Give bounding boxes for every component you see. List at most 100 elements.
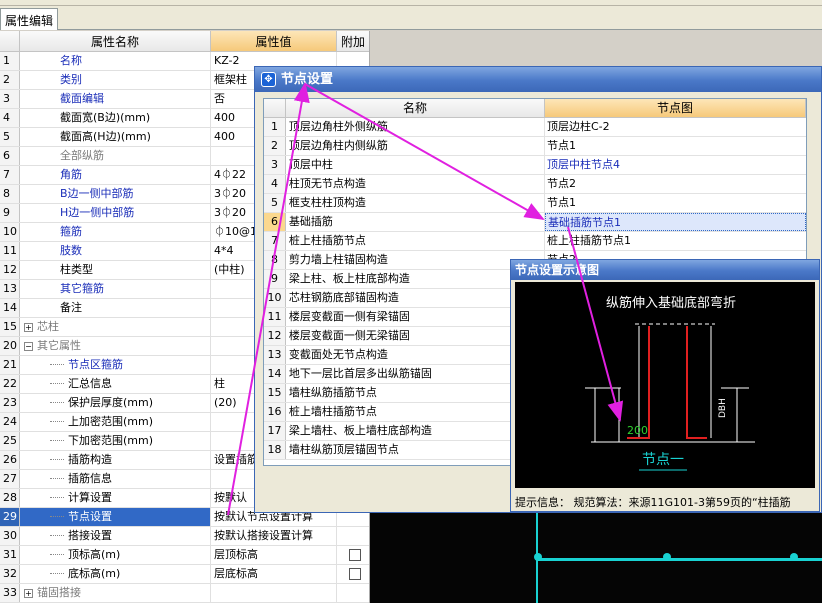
node-row[interactable]: 3 顶层中柱 顶层中柱节点4: [264, 156, 806, 175]
property-name: 底标高(m): [20, 565, 211, 583]
node-name: 框支柱柱顶构造: [286, 194, 545, 212]
node-picture-value[interactable]: 顶层中柱节点4: [545, 156, 806, 174]
expand-icon[interactable]: +: [24, 322, 33, 332]
property-name-label: 节点设置: [68, 510, 112, 523]
property-name-label: 汇总信息: [68, 377, 112, 390]
node-name: 剪力墙上柱锚固构造: [286, 251, 545, 269]
property-name-label: 箍筋: [60, 225, 82, 238]
node-picture-value[interactable]: 节点1: [545, 194, 806, 212]
property-name: 搭接设置: [20, 527, 211, 545]
tree-connector: [50, 432, 64, 441]
row-number: 22: [0, 375, 20, 393]
property-value[interactable]: 按默认搭接设置计算: [211, 527, 337, 545]
row-number: 23: [0, 394, 20, 412]
property-row[interactable]: 31 顶标高(m) 层顶标高: [0, 546, 369, 565]
property-name-label: 肢数: [60, 244, 82, 257]
property-row[interactable]: 30 搭接设置 按默认搭接设置计算: [0, 527, 369, 546]
node-name: 梁上墙柱、板上墙柱底部构造: [286, 422, 545, 440]
property-name-label: 锚固搭接: [37, 586, 81, 599]
node-row-number: 3: [264, 156, 286, 174]
node-row[interactable]: 1 顶层边角柱外侧纵筋 顶层边柱C-2: [264, 118, 806, 137]
property-name: − 其它属性: [20, 337, 211, 355]
node-picture-value[interactable]: 基础插筋节点1: [544, 213, 806, 231]
row-number: 8: [0, 185, 20, 203]
node-row-number: 2: [264, 137, 286, 155]
node-row[interactable]: 2 顶层边角柱内侧纵筋 节点1: [264, 137, 806, 156]
property-name: + 芯柱: [20, 318, 211, 336]
property-row[interactable]: 32 底标高(m) 层底标高: [0, 565, 369, 584]
node-picture-value[interactable]: 节点1: [545, 137, 806, 155]
row-number: 2: [0, 71, 20, 89]
property-add: [337, 565, 369, 583]
node-row[interactable]: 5 框支柱柱顶构造 节点1: [264, 194, 806, 213]
property-add: [337, 584, 369, 602]
property-name-label: 截面编辑: [60, 92, 104, 105]
property-name: + 锚固搭接: [20, 584, 211, 602]
row-number: 10: [0, 223, 20, 241]
node-row-number: 4: [264, 175, 286, 193]
property-name: 角筋: [20, 166, 211, 184]
add-checkbox[interactable]: [349, 549, 361, 561]
property-value[interactable]: 层底标高: [211, 565, 337, 583]
node-picture-value[interactable]: 顶层边柱C-2: [545, 118, 806, 136]
node-row[interactable]: 4 柱顶无节点构造 节点2: [264, 175, 806, 194]
node-row-number: 9: [264, 270, 286, 288]
node-name: 柱顶无节点构造: [286, 175, 545, 193]
row-number: 5: [0, 128, 20, 146]
row-number: 30: [0, 527, 20, 545]
row-number: 14: [0, 299, 20, 317]
node-row[interactable]: 7 桩上柱插筋节点 桩上柱插筋节点1: [264, 232, 806, 251]
property-name: 截面宽(B边)(mm): [20, 109, 211, 127]
row-number: 27: [0, 470, 20, 488]
rebar-left: [627, 326, 650, 439]
property-value[interactable]: 层顶标高: [211, 546, 337, 564]
property-name-label: 全部纵筋: [60, 149, 104, 162]
row-number: 3: [0, 90, 20, 108]
add-checkbox[interactable]: [349, 568, 361, 580]
schematic-canvas: 纵筋伸入基础底部弯折 200 DBH 节点一: [515, 282, 815, 488]
property-name-label: 上加密范围(mm): [68, 415, 154, 428]
rebar-right: [686, 326, 707, 439]
node-picture-value[interactable]: 节点2: [545, 175, 806, 193]
node-row-number: 8: [264, 251, 286, 269]
row-number: 9: [0, 204, 20, 222]
drawing-node-dot: [534, 553, 542, 561]
row-number-header: [0, 31, 20, 52]
property-name: 截面高(H边)(mm): [20, 128, 211, 146]
property-value-header: 属性值: [211, 31, 337, 52]
property-name-label: 顶标高(m): [68, 548, 121, 561]
node-name: 梁上柱、板上柱底部构造: [286, 270, 545, 288]
property-name: 下加密范围(mm): [20, 432, 211, 450]
property-name-label: 截面高(H边)(mm): [60, 130, 151, 143]
tree-connector: [50, 527, 64, 536]
row-number: 33: [0, 584, 20, 602]
node-name: 楼层变截面一侧无梁锚固: [286, 327, 545, 345]
tree-connector: [50, 546, 64, 555]
row-number: 26: [0, 451, 20, 469]
expand-icon[interactable]: +: [24, 588, 33, 598]
additional-header: 附加: [337, 31, 369, 52]
property-name: 类别: [20, 71, 211, 89]
tree-connector: [50, 375, 64, 384]
dialog-title-bar[interactable]: ✥ 节点设置: [255, 67, 821, 92]
property-name-label: 类别: [60, 73, 82, 86]
property-row[interactable]: 33 + 锚固搭接: [0, 584, 369, 603]
property-name: 名称: [20, 52, 211, 70]
property-name: 保护层厚度(mm): [20, 394, 211, 412]
collapse-icon[interactable]: −: [24, 341, 33, 351]
node-row-number: 10: [264, 289, 286, 307]
schematic-title[interactable]: 节点设置示意图: [511, 260, 819, 280]
property-name-label: 底标高(m): [68, 567, 121, 580]
property-name: B边一侧中部筋: [20, 185, 211, 203]
node-row-number: 12: [264, 327, 286, 345]
tree-connector: [50, 394, 64, 403]
node-picture-value[interactable]: 桩上柱插筋节点1: [545, 232, 806, 250]
tab-property-edit[interactable]: 属性编辑: [0, 8, 59, 30]
row-number: 25: [0, 432, 20, 450]
drawing-canvas[interactable]: [370, 503, 822, 603]
property-value[interactable]: [211, 584, 337, 602]
node-name: 地下一层比首层多出纵筋锚固: [286, 365, 545, 383]
node-grid-header: 名称 节点图: [264, 99, 806, 118]
property-name: 其它箍筋: [20, 280, 211, 298]
node-row[interactable]: 6 基础插筋 基础插筋节点1: [264, 213, 806, 232]
